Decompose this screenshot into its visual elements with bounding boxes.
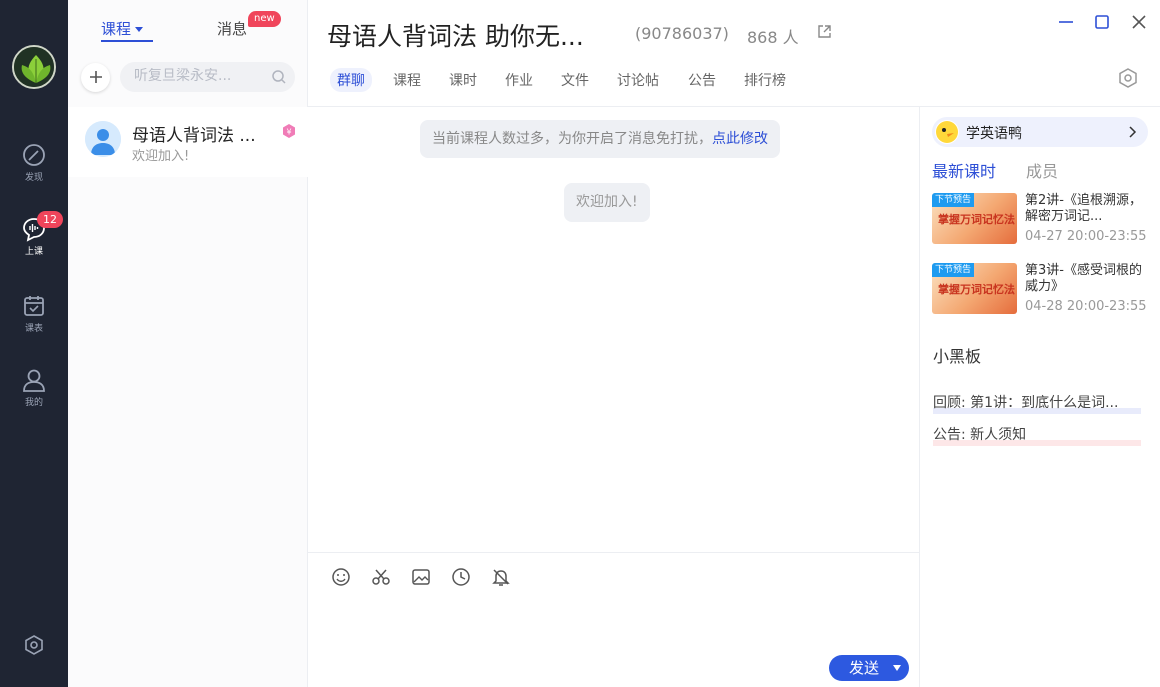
composer[interactable]: 发送 xyxy=(308,552,919,687)
minimize-icon[interactable] xyxy=(1057,13,1075,31)
lesson-time: 04-28 20:00-23:55 xyxy=(1025,299,1147,314)
scissors-icon[interactable] xyxy=(371,567,391,587)
rail-settings-button[interactable] xyxy=(0,634,68,658)
rail-label-class: 上课 xyxy=(24,247,43,257)
user-avatar[interactable] xyxy=(12,45,56,89)
tab-lesson[interactable]: 课时 xyxy=(449,70,477,90)
group-settings-icon[interactable] xyxy=(1117,67,1139,89)
duck-icon xyxy=(935,120,959,144)
mute-notice-text: 当前课程人数过多，为你开启了消息免打扰， xyxy=(432,131,712,147)
chat-main: 母语人背词法 助你无... (90786037) 868 人 群聊 课程 课时 … xyxy=(308,0,1160,687)
rail-item-discover[interactable]: 发现 xyxy=(0,142,68,183)
send-label: 发送 xyxy=(849,659,880,677)
lesson-title: 第3讲-《感受词根的威力》 xyxy=(1025,263,1142,294)
lesson-thumbnail: 下节预告 掌握万词记忆法 xyxy=(932,193,1017,244)
study-duck-banner[interactable]: 学英语鸭 xyxy=(932,117,1148,147)
leaf-avatar-icon xyxy=(14,47,54,87)
rail-label-me: 我的 xyxy=(24,398,43,408)
paid-course-icon: ¥ xyxy=(283,124,295,138)
tab-course-label: 课程 xyxy=(101,20,132,38)
review-text: 回顾: 第1讲：到底什么是词... xyxy=(933,395,1119,411)
tab-message[interactable]: 消息 xyxy=(217,18,247,39)
blackboard-item-review[interactable]: 回顾: 第1讲：到底什么是词... xyxy=(933,392,1141,414)
rail-label-discover: 发现 xyxy=(24,173,43,183)
lesson-thumbnail: 下节预告 掌握万词记忆法 xyxy=(932,263,1017,314)
blackboard-title: 小黑板 xyxy=(933,347,982,366)
tab-files[interactable]: 文件 xyxy=(561,70,589,90)
tab-message-label: 消息 xyxy=(217,20,248,38)
group-id: (90786037) xyxy=(635,24,729,43)
close-icon[interactable] xyxy=(1130,13,1148,31)
search-box[interactable] xyxy=(120,62,295,92)
session-last-message: 欢迎加入! xyxy=(132,149,190,164)
rail-label-schedule: 课表 xyxy=(24,324,43,334)
mute-notice: 当前课程人数过多，为你开启了消息免打扰，点此修改 xyxy=(420,120,780,158)
search-icon[interactable] xyxy=(271,69,287,85)
tab-group-chat[interactable]: 群聊 xyxy=(330,68,372,92)
modify-mute-link[interactable]: 点此修改 xyxy=(712,131,768,147)
send-options-icon[interactable] xyxy=(893,665,901,671)
rail-item-me[interactable]: 我的 xyxy=(0,367,68,408)
chat-title: 母语人背词法 助你无... xyxy=(327,22,584,51)
clock-icon[interactable] xyxy=(451,567,471,587)
right-panel: 学英语鸭 最新课时 成员 下节预告 掌握万词记忆法 第2讲-《追根溯源，解密万词… xyxy=(919,107,1160,687)
lesson-card[interactable]: 下节预告 掌握万词记忆法 第3讲-《感受词根的威力》 04-28 20:00-2… xyxy=(932,263,1157,315)
session-title: 母语人背词法 ... xyxy=(132,126,256,146)
image-icon[interactable] xyxy=(411,567,431,587)
tab-course[interactable]: 课程 xyxy=(101,18,154,42)
member-count: 868 人 xyxy=(747,28,799,47)
unread-badge: 12 xyxy=(37,211,63,228)
session-avatar xyxy=(85,121,121,157)
search-input[interactable] xyxy=(134,68,264,84)
tab-members[interactable]: 成员 xyxy=(1026,158,1058,182)
add-button[interactable] xyxy=(81,63,110,92)
calendar-icon xyxy=(24,296,44,316)
preview-tag: 下节预告 xyxy=(932,193,975,207)
person-icon xyxy=(23,369,45,392)
message-area: 当前课程人数过多，为你开启了消息免打扰，点此修改 欢迎加入! xyxy=(308,107,919,552)
group-avatar-icon xyxy=(85,121,121,157)
welcome-message: 欢迎加入! xyxy=(564,183,650,222)
lesson-title: 第2讲-《追根溯源，解密万词记... xyxy=(1025,193,1142,224)
tab-course[interactable]: 课程 xyxy=(393,70,421,90)
maximize-icon[interactable] xyxy=(1093,13,1111,31)
caret-down-icon xyxy=(135,27,144,32)
send-button[interactable]: 发送 xyxy=(829,655,909,681)
plus-icon xyxy=(89,71,102,83)
session-list-item[interactable]: 母语人背词法 ... 欢迎加入! ¥ xyxy=(68,107,308,177)
thumbnail-caption: 掌握万词记忆法 xyxy=(938,283,1015,296)
bell-off-icon[interactable] xyxy=(491,567,511,587)
lesson-card[interactable]: 下节预告 掌握万词记忆法 第2讲-《追根溯源，解密万词记... 04-27 20… xyxy=(932,193,1157,245)
emoji-icon[interactable] xyxy=(331,567,351,587)
compass-icon xyxy=(23,144,45,166)
study-duck-label: 学英语鸭 xyxy=(966,126,1022,142)
svg-text:¥: ¥ xyxy=(286,128,291,137)
new-badge: new xyxy=(248,11,281,27)
settings-hexagon-icon xyxy=(25,635,43,655)
lesson-time: 04-27 20:00-23:55 xyxy=(1025,229,1147,244)
tab-discussion[interactable]: 讨论帖 xyxy=(617,70,659,90)
session-panel: 课程 消息 new 母语人背词法 ... 欢迎加入! ¥ xyxy=(68,0,308,687)
tab-announcement[interactable]: 公告 xyxy=(688,70,716,90)
thumbnail-caption: 掌握万词记忆法 xyxy=(938,213,1015,226)
blackboard-item-notice[interactable]: 公告: 新人须知 xyxy=(933,424,1141,446)
preview-tag: 下节预告 xyxy=(932,263,975,277)
external-link-icon[interactable] xyxy=(817,24,832,39)
left-rail: 发现 上课 12 课表 我的 xyxy=(0,0,68,687)
notice-text: 公告: 新人须知 xyxy=(933,427,1027,443)
chevron-right-icon xyxy=(1129,126,1137,138)
tab-latest-lessons[interactable]: 最新课时 xyxy=(932,158,996,182)
tab-ranking[interactable]: 排行榜 xyxy=(744,70,786,90)
rail-item-schedule[interactable]: 课表 xyxy=(0,293,68,334)
tab-homework[interactable]: 作业 xyxy=(505,70,533,90)
